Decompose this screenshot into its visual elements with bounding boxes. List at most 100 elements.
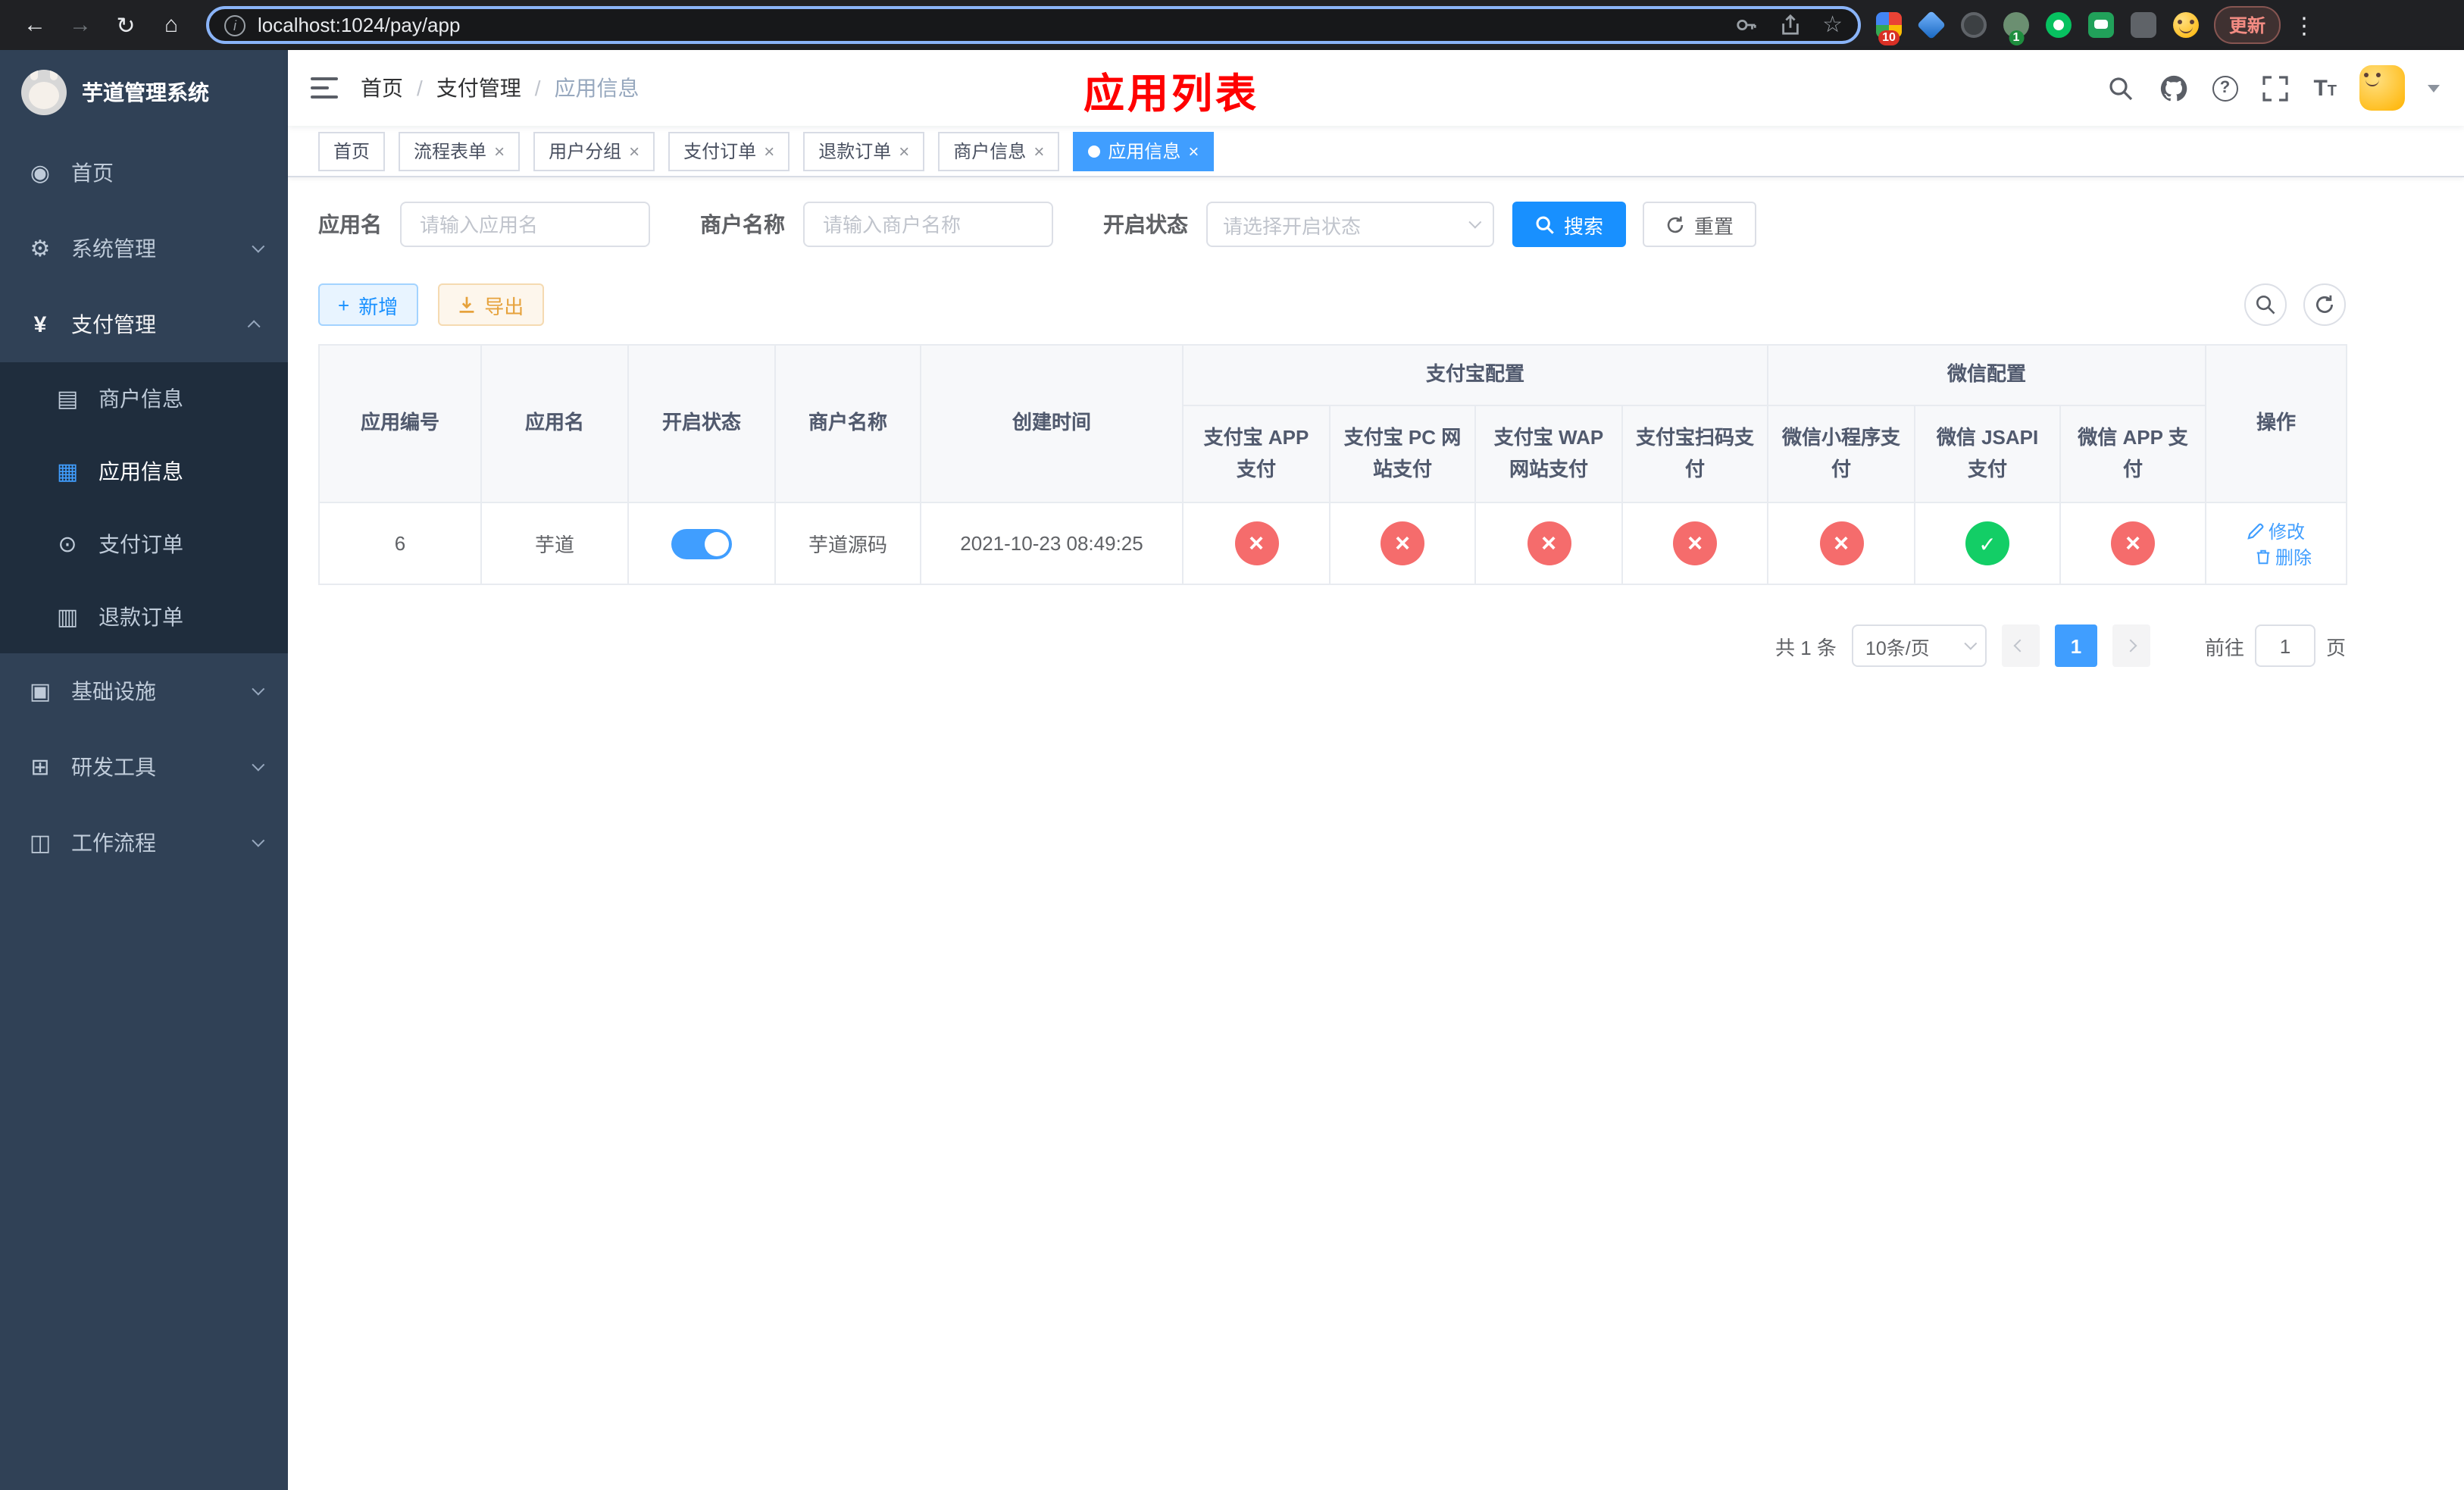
github-icon[interactable] — [2159, 73, 2189, 103]
page-size-select[interactable]: 10条/页 — [1851, 624, 1987, 667]
table-tools — [2244, 283, 2346, 326]
close-icon[interactable]: × — [1188, 142, 1199, 160]
extension-avatar-badge: 1 — [2008, 30, 2025, 45]
sidebar-item-refund-order[interactable]: ▥ 退款订单 — [0, 581, 288, 653]
col-header-created: 创建时间 — [920, 344, 1184, 503]
alipay-qr-status-icon — [1673, 521, 1717, 565]
tab-label: 首页 — [333, 141, 371, 162]
merchant-name-input[interactable] — [803, 202, 1053, 247]
sidebar-item-payment[interactable]: ¥ 支付管理 — [0, 286, 288, 362]
user-avatar[interactable] — [2359, 65, 2405, 111]
breadcrumb-pay[interactable]: 支付管理 — [436, 73, 521, 103]
tab-app-info-active[interactable]: 应用信息 × — [1073, 131, 1215, 171]
site-info-icon[interactable]: i — [224, 14, 245, 36]
enabled-toggle[interactable] — [671, 528, 732, 559]
sidebar-item-pay-order[interactable]: ⊙ 支付订单 — [0, 508, 288, 581]
close-icon[interactable]: × — [764, 142, 774, 160]
profile-avatar-icon[interactable] — [2173, 12, 2199, 38]
export-button[interactable]: 导出 — [437, 283, 544, 326]
sidebar-item-app-info[interactable]: ▦ 应用信息 — [0, 435, 288, 508]
browser-update-button[interactable]: 更新 — [2214, 6, 2281, 44]
col-header-merchant: 商户名称 — [774, 344, 921, 503]
sidebar-item-workflow[interactable]: ◫ 工作流程 — [0, 805, 288, 881]
workflow-icon: ◫ — [29, 831, 52, 856]
edit-link[interactable]: 修改 — [2247, 518, 2305, 543]
tab-refund-order[interactable]: 退款订单 × — [803, 131, 925, 171]
close-icon[interactable]: × — [629, 142, 639, 160]
app-name-input[interactable] — [400, 202, 650, 247]
sidebar-item-devtools[interactable]: ⊞ 研发工具 — [0, 729, 288, 805]
delete-link[interactable]: 删除 — [2254, 543, 2312, 569]
tab-merchant-info[interactable]: 商户信息 × — [938, 131, 1060, 171]
sidebar-logo[interactable]: 芋道管理系统 — [0, 50, 288, 135]
close-icon[interactable]: × — [494, 142, 505, 160]
sidebar-item-label: 研发工具 — [71, 755, 156, 779]
page-number-button[interactable]: 1 — [2054, 624, 2097, 667]
extension-globe-icon[interactable] — [1961, 12, 1987, 38]
breadcrumb-separator: / — [417, 76, 423, 100]
page-title: 应用列表 — [1083, 71, 1259, 117]
alipay-wap-status-icon — [1527, 521, 1571, 565]
col-header-status: 开启状态 — [627, 344, 776, 503]
search-icon[interactable] — [2106, 73, 2136, 103]
extensions-puzzle-icon[interactable]: 10 — [1876, 12, 1902, 45]
extension-avatar-icon[interactable]: 1 — [2003, 12, 2029, 45]
text-size-icon[interactable]: TT — [2313, 75, 2337, 101]
add-button[interactable]: + 新增 — [318, 283, 418, 326]
tab-process-form[interactable]: 流程表单 × — [399, 131, 521, 171]
chevron-left-icon — [2014, 639, 2028, 653]
goto-label: 前往 — [2204, 636, 2244, 659]
sidebar-item-label: 退款订单 — [98, 605, 183, 629]
table-search-toggle-icon[interactable] — [2244, 283, 2287, 326]
home-icon[interactable]: ⌂ — [152, 5, 191, 45]
sidebar-item-label: 应用信息 — [98, 459, 183, 484]
hamburger-icon[interactable] — [288, 76, 361, 100]
extension-chat-icon[interactable] — [2088, 12, 2114, 38]
col-header-alipay-wap: 支付宝 WAP 网站支付 — [1474, 405, 1623, 503]
sidebar-item-merchant-info[interactable]: ▤ 商户信息 — [0, 362, 288, 435]
tab-user-group[interactable]: 用户分组 × — [533, 131, 655, 171]
help-icon[interactable]: ? — [2212, 75, 2238, 101]
fullscreen-icon[interactable] — [2260, 73, 2290, 103]
caret-down-icon[interactable] — [2428, 84, 2440, 92]
sidebar-item-infra[interactable]: ▣ 基础设施 — [0, 653, 288, 729]
close-icon[interactable]: × — [1033, 142, 1044, 160]
search-button[interactable]: 搜索 — [1512, 202, 1627, 247]
next-page-button[interactable] — [2112, 624, 2150, 667]
dashboard-icon: ◉ — [30, 161, 51, 186]
status-select[interactable]: 请选择开启状态 — [1206, 202, 1494, 247]
col-header-wx-jsapi: 微信 JSAPI 支付 — [1914, 405, 2062, 503]
address-bar[interactable]: i localhost:1024/pay/app ☆ — [206, 6, 1861, 44]
prev-page-button[interactable] — [2001, 624, 2040, 667]
share-icon[interactable] — [1778, 14, 1801, 36]
col-header-name: 应用名 — [480, 344, 629, 503]
extension-green-circle-icon[interactable] — [2046, 12, 2072, 38]
omnibox-right-icons: ☆ — [1734, 14, 1843, 36]
alipay-pc-status-icon — [1381, 521, 1424, 565]
refund-doc-icon: ▥ — [56, 605, 79, 631]
reload-icon[interactable]: ↻ — [106, 5, 145, 45]
goto-page-input[interactable] — [2254, 624, 2315, 667]
table-refresh-icon[interactable] — [2303, 283, 2346, 326]
reset-button[interactable]: 重置 — [1643, 202, 1757, 247]
tab-home[interactable]: 首页 — [318, 131, 386, 171]
sidebar-item-system[interactable]: ⚙ 系统管理 — [0, 211, 288, 286]
back-icon[interactable]: ← — [15, 5, 55, 45]
tab-pay-order[interactable]: 支付订单 × — [668, 131, 790, 171]
close-icon[interactable]: × — [899, 142, 909, 160]
menu-dots-icon[interactable]: ⋮ — [2293, 11, 2315, 39]
app-grid-icon: ▦ — [56, 459, 79, 485]
url-text[interactable]: localhost:1024/pay/app — [258, 14, 460, 36]
forward-icon[interactable]: → — [61, 5, 100, 45]
extension-gem-icon[interactable] — [1916, 10, 1946, 40]
breadcrumb-home[interactable]: 首页 — [361, 73, 403, 103]
bookmark-star-icon[interactable]: ☆ — [1822, 14, 1843, 36]
active-dot — [1088, 145, 1101, 157]
sidebar: 芋道管理系统 ◉ 首页 ⚙ 系统管理 ¥ 支付管理 ▤ 商户信息 ▦ 应用信息 … — [0, 50, 288, 1490]
key-icon[interactable] — [1734, 14, 1757, 36]
edit-link-label: 修改 — [2269, 521, 2306, 542]
sidebar-item-home[interactable]: ◉ 首页 — [0, 135, 288, 211]
wx-jsapi-status-icon — [1965, 521, 2010, 565]
extension-dark-puzzle-icon[interactable] — [2131, 12, 2156, 38]
wx-app-status-icon — [2111, 521, 2156, 565]
